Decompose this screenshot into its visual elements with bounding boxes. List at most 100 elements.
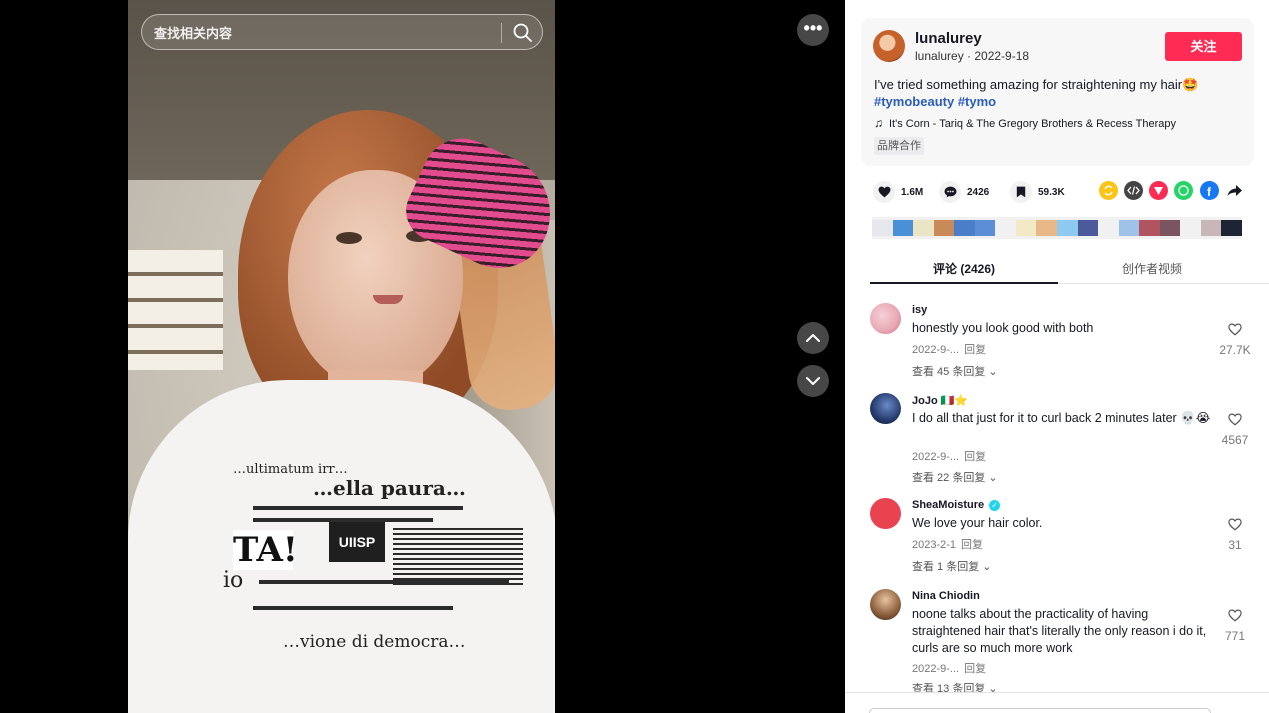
verified-badge-icon: ✓ xyxy=(989,499,1001,511)
comment-like-count: 771 xyxy=(1224,629,1246,643)
description-text: I've tried something amazing for straigh… xyxy=(874,77,1199,92)
embed-color-cell xyxy=(872,220,893,236)
reply-button[interactable]: 回复 xyxy=(964,344,986,356)
comment-text: I do all that just for it to curl back 2… xyxy=(912,411,1211,425)
shirt-print-graphic: …ultimatum irr… …ella paura… TA! UIISP i… xyxy=(223,462,553,680)
reply-button[interactable]: 回复 xyxy=(964,451,986,463)
brand-partnership-tag: 品牌合作 xyxy=(874,137,924,155)
comment-item: SheaMoisture ✓ We love your hair color. 2… xyxy=(870,488,1265,583)
comment-like-button[interactable]: 31 xyxy=(1210,518,1260,552)
view-replies-button[interactable]: 查看 22 条回复 ⌄ xyxy=(912,469,998,485)
music-note-icon: ♫ xyxy=(874,116,883,130)
reply-button[interactable]: 回复 xyxy=(961,539,983,551)
comment-username[interactable]: isy xyxy=(912,304,927,316)
comment-date: 2022-9-... 回复 xyxy=(912,451,987,463)
comment-list: isy honestly you look good with both 202… xyxy=(845,293,1269,693)
comment-like-count: 4567 xyxy=(1221,433,1249,447)
heart-outline-icon xyxy=(1228,413,1242,426)
embed-color-cell xyxy=(974,220,996,236)
comment-like-count: 31 xyxy=(1228,538,1242,552)
avatar[interactable] xyxy=(870,498,901,529)
comment-date: 2022-9-... 回复 xyxy=(912,663,987,675)
author-name[interactable]: lunalurey xyxy=(915,30,982,47)
avatar[interactable] xyxy=(870,393,901,424)
next-video-button[interactable] xyxy=(797,365,829,397)
post-description: I've tried something amazing for straigh… xyxy=(874,76,1246,110)
whatsapp-icon[interactable] xyxy=(1174,181,1193,200)
comment-item: JoJo 🇮🇹⭐ I do all that just for it to cu… xyxy=(870,383,1265,488)
embed-color-cell xyxy=(892,220,914,236)
music-link[interactable]: ♫ It's Corn - Tariq & The Gregory Brother… xyxy=(874,116,1176,130)
comment-item: isy honestly you look good with both 202… xyxy=(870,293,1265,383)
save-action[interactable]: 59.3K xyxy=(1010,179,1065,205)
save-count: 59.3K xyxy=(1038,186,1065,198)
comment-text: We love your hair color. xyxy=(912,516,1043,530)
heart-outline-icon xyxy=(1228,518,1242,531)
avatar[interactable] xyxy=(870,589,901,620)
action-bar: 1.6M 2426 59.3K f xyxy=(873,179,1253,205)
like-action[interactable]: 1.6M xyxy=(873,179,923,205)
svg-text:f: f xyxy=(1207,185,1212,199)
more-options-button[interactable]: ••• xyxy=(797,14,829,46)
view-replies-button[interactable]: 查看 45 条回复 ⌄ xyxy=(912,363,998,379)
search-divider xyxy=(501,23,502,43)
comment-username[interactable]: Nina Chiodin xyxy=(912,590,980,602)
author-avatar[interactable] xyxy=(873,30,905,62)
embed-color-cell xyxy=(1118,220,1140,236)
heart-outline-icon xyxy=(1228,609,1242,622)
embed-color-cell xyxy=(1159,220,1181,236)
comment-like-button[interactable]: 27.7K xyxy=(1210,323,1260,357)
bookmark-icon xyxy=(1010,181,1032,203)
embed-color-cell xyxy=(1221,220,1243,236)
embed-color-cell xyxy=(913,220,935,236)
avatar[interactable] xyxy=(870,303,901,334)
follow-button[interactable]: 关注 xyxy=(1165,32,1242,61)
tab-creator-videos[interactable]: 创作者视频 xyxy=(1058,260,1246,277)
like-count: 1.6M xyxy=(901,186,924,198)
search-button[interactable] xyxy=(510,20,536,46)
post-info-card: lunalurey lunalurey · 2022-9-18 关注 I've … xyxy=(861,18,1254,166)
heart-outline-icon xyxy=(1228,323,1242,336)
comment-icon xyxy=(939,181,961,203)
tab-comments[interactable]: 评论 (2426) xyxy=(870,260,1058,277)
share-arrow-icon[interactable] xyxy=(1225,181,1244,200)
comment-item: Nina Chiodin noone talks about the pract… xyxy=(870,579,1265,693)
send-icon[interactable] xyxy=(1149,181,1168,200)
video-stage: …ultimatum irr… …ella paura… TA! UIISP i… xyxy=(0,0,845,713)
embed-color-cell xyxy=(1036,220,1058,236)
embed-color-cell xyxy=(954,220,976,236)
details-panel: lunalurey lunalurey · 2022-9-18 关注 I've … xyxy=(845,0,1269,713)
previous-video-button[interactable] xyxy=(797,322,829,354)
comment-username[interactable]: SheaMoisture ✓ xyxy=(912,499,1001,511)
embed-color-strip xyxy=(872,217,1243,239)
comment-input[interactable] xyxy=(869,708,1211,713)
embed-color-cell xyxy=(1077,220,1099,236)
repost-icon[interactable] xyxy=(1099,181,1118,200)
view-replies-button[interactable]: 查看 1 条回复 ⌄ xyxy=(912,558,992,574)
comment-text: honestly you look good with both xyxy=(912,321,1094,335)
embed-icon[interactable] xyxy=(1124,181,1143,200)
chevron-down-icon xyxy=(806,377,820,385)
video-player[interactable]: …ultimatum irr… …ella paura… TA! UIISP i… xyxy=(128,0,555,713)
comment-count: 2426 xyxy=(967,186,990,198)
embed-color-cell xyxy=(1015,220,1037,236)
search-bar[interactable] xyxy=(141,14,543,50)
comment-action[interactable]: 2426 xyxy=(939,179,989,205)
embed-color-cell xyxy=(1139,220,1161,236)
comment-like-button[interactable]: 771 xyxy=(1210,609,1260,643)
facebook-icon[interactable]: f xyxy=(1200,181,1219,200)
embed-color-cell xyxy=(1057,220,1078,236)
embed-color-cell xyxy=(995,220,1017,236)
reply-button[interactable]: 回复 xyxy=(964,663,986,675)
hashtag-tymobeauty[interactable]: #tymobeauty xyxy=(874,94,954,109)
comment-username[interactable]: JoJo 🇮🇹⭐ xyxy=(912,394,968,407)
tiktok-video-page: …ultimatum irr… …ella paura… TA! UIISP i… xyxy=(0,0,1269,713)
comment-like-button[interactable]: 4567 xyxy=(1210,413,1260,447)
author-meta: lunalurey · 2022-9-18 xyxy=(915,49,1030,63)
embed-color-cell xyxy=(933,220,955,236)
chevron-up-icon xyxy=(806,334,820,342)
hashtag-tymo[interactable]: #tymo xyxy=(958,94,996,109)
comment-input-divider xyxy=(845,692,1269,693)
active-tab-indicator xyxy=(870,282,1058,284)
search-input[interactable] xyxy=(154,22,494,44)
